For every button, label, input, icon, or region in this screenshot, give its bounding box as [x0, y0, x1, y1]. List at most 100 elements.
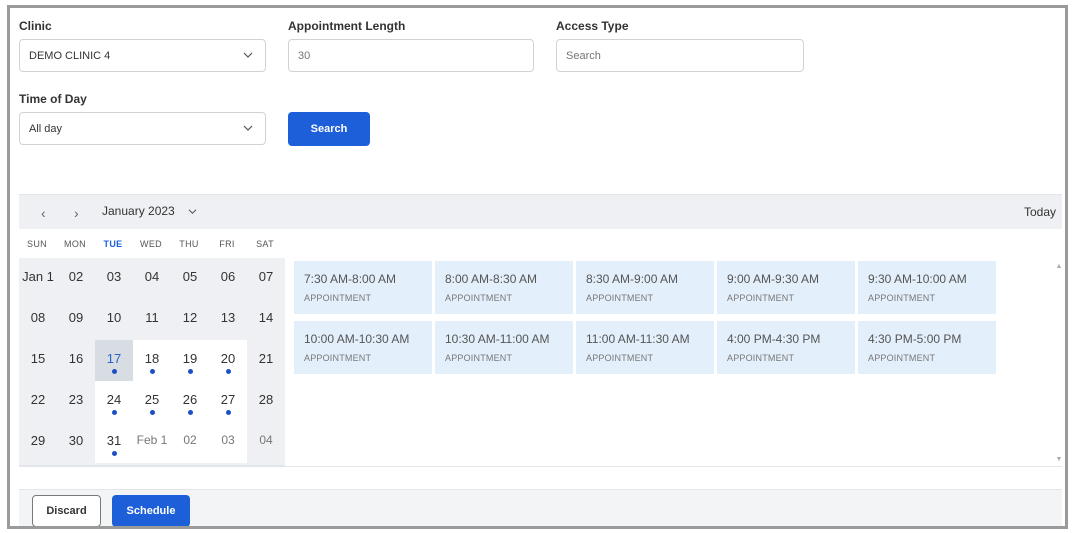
calendar-day[interactable]: 31: [95, 422, 133, 463]
availability-dot: [149, 369, 155, 374]
weekday-header: SAT: [256, 239, 274, 249]
availability-dot: [111, 369, 117, 374]
slot-type: APPOINTMENT: [727, 293, 795, 303]
calendar-day[interactable]: 07: [247, 258, 285, 299]
calendar-day-next-month[interactable]: 03: [209, 422, 247, 463]
calendar-day-next-month[interactable]: Feb 1: [133, 422, 171, 463]
calendar-day[interactable]: 05: [171, 258, 209, 299]
calendar-day-next-month[interactable]: 02: [171, 422, 209, 463]
calendar-day[interactable]: 23: [57, 381, 95, 422]
appointment-length-label: Appointment Length: [288, 19, 406, 33]
slot-time: 9:30 AM-10:00 AM: [868, 272, 967, 286]
month-picker[interactable]: January 2023: [102, 204, 197, 218]
calendar-day-label: 18: [144, 351, 160, 366]
calendar-day[interactable]: 13: [209, 299, 247, 340]
calendar-day[interactable]: 14: [247, 299, 285, 340]
calendar-day[interactable]: 16: [57, 340, 95, 381]
slots-scrollbar[interactable]: ▲ ▼: [1054, 261, 1064, 465]
schedule-button[interactable]: Schedule: [112, 495, 190, 526]
availability-dot: [149, 410, 155, 415]
clinic-select[interactable]: DEMO CLINIC 4: [19, 39, 266, 72]
chevron-right-icon[interactable]: ›: [74, 205, 79, 221]
slot-time: 11:00 AM-11:30 AM: [586, 332, 690, 346]
calendar-day[interactable]: 29: [19, 422, 57, 463]
slot-type: APPOINTMENT: [445, 293, 513, 303]
access-type-label: Access Type: [556, 19, 629, 33]
calendar-day[interactable]: 12: [171, 299, 209, 340]
search-button[interactable]: Search: [288, 112, 370, 146]
chevron-down-icon: [243, 125, 253, 131]
calendar-day[interactable]: Jan 1: [19, 258, 57, 299]
slot-type: APPOINTMENT: [586, 353, 654, 363]
month-label: January 2023: [102, 204, 175, 218]
calendar-day[interactable]: 20: [209, 340, 247, 381]
time-slot[interactable]: 8:30 AM-9:00 AM APPOINTMENT: [576, 261, 714, 314]
slot-time: 8:00 AM-8:30 AM: [445, 272, 538, 286]
calendar-day[interactable]: 06: [209, 258, 247, 299]
time-slot[interactable]: 9:30 AM-10:00 AM APPOINTMENT: [858, 261, 996, 314]
time-slot[interactable]: 4:00 PM-4:30 PM APPOINTMENT: [717, 321, 855, 374]
slot-type: APPOINTMENT: [868, 353, 936, 363]
slot-type: APPOINTMENT: [304, 293, 372, 303]
calendar-day[interactable]: 03: [95, 258, 133, 299]
calendar-day-selected[interactable]: 17: [95, 340, 133, 381]
calendar-day[interactable]: 30: [57, 422, 95, 463]
availability-dot: [187, 369, 193, 374]
appointment-length-input[interactable]: [288, 39, 534, 72]
time-slot[interactable]: 9:00 AM-9:30 AM APPOINTMENT: [717, 261, 855, 314]
calendar-day-next-month[interactable]: 04: [247, 422, 285, 463]
calendar-day-label: 17: [106, 351, 122, 366]
discard-button[interactable]: Discard: [32, 495, 101, 526]
weekday-header: WED: [140, 239, 162, 249]
weekday-header: FRI: [219, 239, 235, 249]
today-button[interactable]: Today: [1024, 205, 1056, 219]
time-slot[interactable]: 8:00 AM-8:30 AM APPOINTMENT: [435, 261, 573, 314]
slot-type: APPOINTMENT: [304, 353, 372, 363]
scroll-down-arrow-icon[interactable]: ▼: [1054, 456, 1064, 463]
calendar-day[interactable]: 18: [133, 340, 171, 381]
time-of-day-label: Time of Day: [19, 92, 87, 106]
calendar-day[interactable]: 08: [19, 299, 57, 340]
time-slot[interactable]: 7:30 AM-8:00 AM APPOINTMENT: [294, 261, 432, 314]
weekday-header-current: TUE: [103, 239, 123, 249]
calendar-day[interactable]: 27: [209, 381, 247, 422]
calendar-day[interactable]: 02: [57, 258, 95, 299]
slot-type: APPOINTMENT: [586, 293, 654, 303]
calendar-day[interactable]: 09: [57, 299, 95, 340]
calendar-day-label: 31: [106, 433, 122, 448]
scroll-up-arrow-icon[interactable]: ▲: [1054, 263, 1064, 270]
calendar-day[interactable]: 26: [171, 381, 209, 422]
calendar-day[interactable]: 11: [133, 299, 171, 340]
clinic-label: Clinic: [19, 19, 52, 33]
slot-time: 4:00 PM-4:30 PM: [727, 332, 821, 346]
calendar-day[interactable]: 22: [19, 381, 57, 422]
slot-time: 7:30 AM-8:00 AM: [304, 272, 397, 286]
calendar-day[interactable]: 21: [247, 340, 285, 381]
time-of-day-select-value: All day: [29, 122, 63, 135]
calendar-day-label: 19: [182, 351, 198, 366]
calendar-day[interactable]: 24: [95, 381, 133, 422]
weekday-header: MON: [64, 239, 86, 249]
calendar-day[interactable]: 10: [95, 299, 133, 340]
slot-time: 10:00 AM-10:30 AM: [304, 332, 410, 346]
calendar-day[interactable]: 25: [133, 381, 171, 422]
time-slot[interactable]: 10:30 AM-11:00 AM APPOINTMENT: [435, 321, 573, 374]
calendar-day[interactable]: 19: [171, 340, 209, 381]
calendar-day[interactable]: 04: [133, 258, 171, 299]
availability-dot: [111, 410, 117, 415]
availability-dot: [187, 410, 193, 415]
time-slot[interactable]: 4:30 PM-5:00 PM APPOINTMENT: [858, 321, 996, 374]
time-slot[interactable]: 10:00 AM-10:30 AM APPOINTMENT: [294, 321, 432, 374]
chevron-left-icon[interactable]: ‹: [41, 205, 46, 221]
time-slot[interactable]: 11:00 AM-11:30 AM APPOINTMENT: [576, 321, 714, 374]
calendar-day[interactable]: 28: [247, 381, 285, 422]
clinic-select-value: DEMO CLINIC 4: [29, 49, 111, 62]
calendar-day-label: 27: [220, 392, 236, 407]
access-type-search-input[interactable]: [556, 39, 804, 72]
time-of-day-select[interactable]: All day: [19, 112, 266, 145]
weekday-header: THU: [179, 239, 199, 249]
divider: [19, 466, 1062, 467]
slot-time: 8:30 AM-9:00 AM: [586, 272, 679, 286]
slot-type: APPOINTMENT: [727, 353, 795, 363]
calendar-day[interactable]: 15: [19, 340, 57, 381]
